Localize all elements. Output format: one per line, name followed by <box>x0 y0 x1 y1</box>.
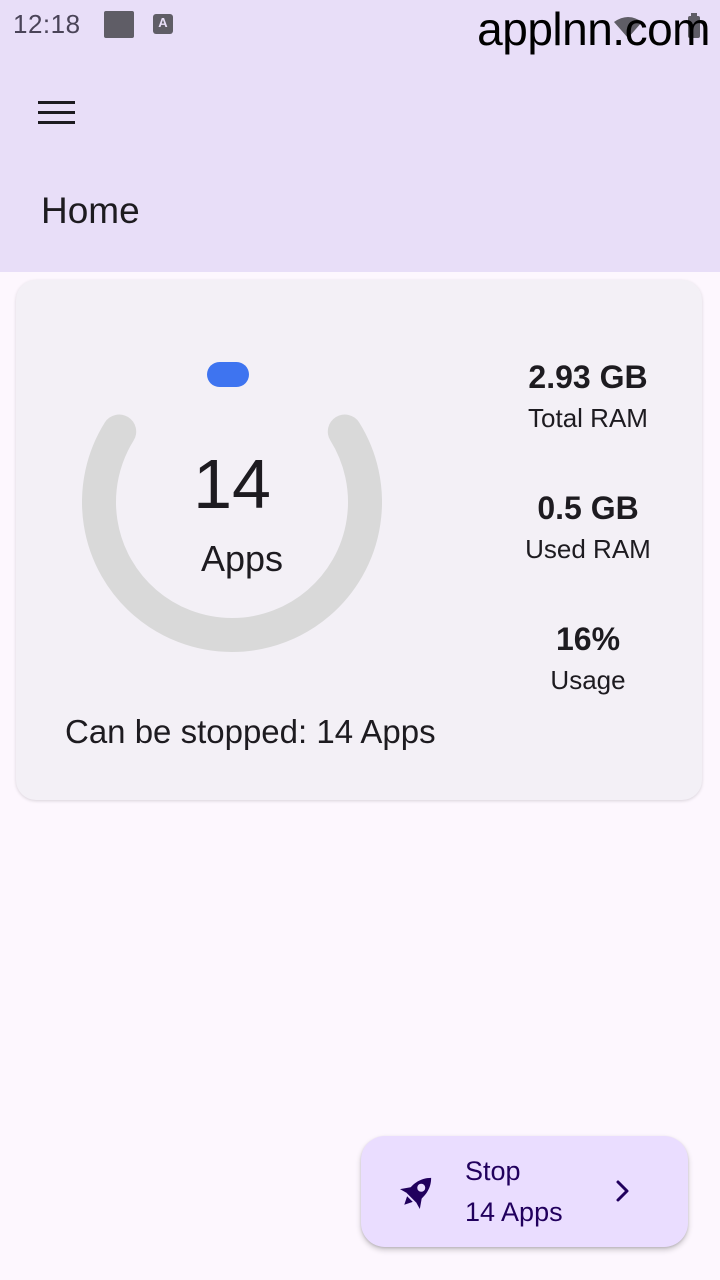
status-time: 12:18 <box>13 9 81 39</box>
top-app-bar: 12:18 A applnn.com Home <box>0 0 720 272</box>
app-count: 14 <box>193 445 271 523</box>
stop-apps-button[interactable]: Stop 14 Apps <box>361 1136 688 1247</box>
menu-line <box>37 110 75 114</box>
stat-value: 16% <box>555 621 621 657</box>
stat-label: Total RAM <box>528 403 648 433</box>
gauge-indicator <box>207 362 249 387</box>
memory-summary-card: 14 Apps 2.93 GB Total RAM 0.5 GB Used RA… <box>16 280 702 800</box>
stat-used-ram: 0.5 GB Used RAM <box>506 487 670 567</box>
can-be-stopped-text: Can be stopped: 14 Apps <box>65 713 436 750</box>
menu-line <box>37 100 75 104</box>
notification-square-icon <box>104 11 134 38</box>
page-title: Home <box>41 190 140 231</box>
app-count-label: Apps <box>200 538 284 579</box>
fab-label-count: 14 Apps <box>465 1197 563 1227</box>
stat-value: 2.93 GB <box>528 359 648 395</box>
chevron-right-icon <box>616 1180 629 1202</box>
notification-a-icon: A <box>153 14 173 34</box>
stat-total-ram: 2.93 GB Total RAM <box>506 356 670 436</box>
memory-usage-gauge: 14 Apps <box>82 352 382 652</box>
stat-label: Usage <box>550 665 626 695</box>
stat-usage: 16% Usage <box>506 618 670 698</box>
watermark-text: applnn.com <box>477 3 710 55</box>
stat-label: Used RAM <box>525 534 651 564</box>
fab-label-action: Stop <box>465 1156 521 1186</box>
menu-line <box>37 120 75 124</box>
hamburger-menu-icon[interactable] <box>30 90 82 134</box>
rocket-icon <box>400 1177 432 1209</box>
stat-value: 0.5 GB <box>537 490 639 526</box>
